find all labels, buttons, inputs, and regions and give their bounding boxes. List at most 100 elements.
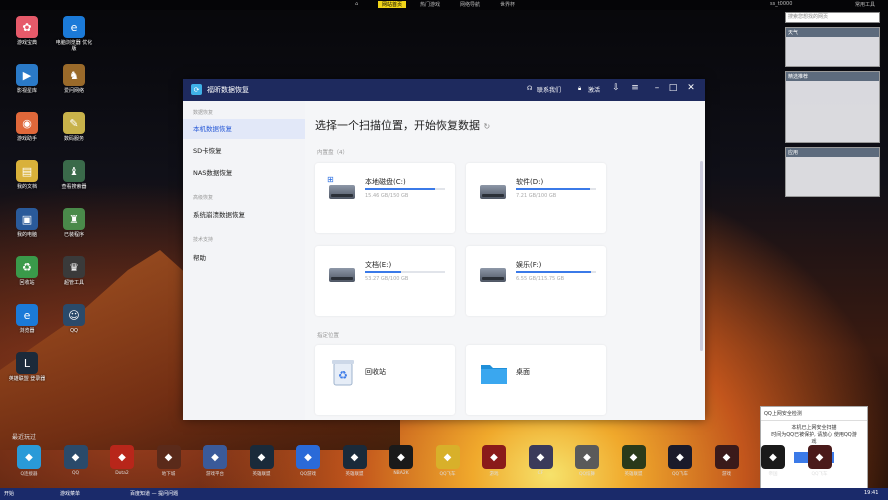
app-icon: ▣ bbox=[16, 208, 38, 230]
dock-item[interactable]: ◆ 帝国 bbox=[758, 445, 788, 477]
desktop-icon[interactable]: ♜ 已装程序 bbox=[55, 208, 93, 238]
desktop-icon[interactable]: ▶ 影视星库 bbox=[8, 64, 46, 94]
dock-item-label: QQ bbox=[71, 471, 80, 476]
desktop-icon[interactable]: e 浏览器 bbox=[8, 304, 46, 334]
tools-link[interactable]: 常用工具 bbox=[855, 1, 875, 8]
dock-item[interactable]: ◆ NBA2K bbox=[386, 445, 416, 476]
desktop-icon[interactable]: ▤ 我的文档 bbox=[8, 160, 46, 190]
contact-link[interactable]: 联系我们 bbox=[537, 85, 561, 94]
dock-item[interactable]: ◆ 英雄联盟 bbox=[247, 445, 277, 477]
location-card-recycle-bin[interactable]: ♻ 回收站 bbox=[315, 345, 455, 415]
disk-card[interactable]: 娱乐(F:) 6.55 GB/115.75 GB bbox=[466, 246, 606, 316]
location-card-desktop[interactable]: 桌面 bbox=[466, 345, 606, 415]
dock-item[interactable]: ◆ QQ飞车 bbox=[805, 445, 835, 477]
dock-item[interactable]: ◆ QQ bbox=[61, 445, 91, 476]
nav-navigation[interactable]: 网络导航 bbox=[460, 1, 480, 8]
desktop-icon[interactable]: ◉ 游戏助手 bbox=[8, 112, 46, 142]
data-recovery-window: ⟳ 福昕数据恢复 ☊ 联系我们 🔒︎ 激活 ⇩ ≡ – □ ✕ 数据恢复 本机数… bbox=[183, 79, 705, 420]
download-icon[interactable]: ⇩ bbox=[610, 83, 622, 93]
disk-name: 软件(D:) bbox=[516, 178, 544, 186]
dock-item[interactable]: ◆ 地下城 bbox=[154, 445, 184, 477]
dock-item-label: 游戏 bbox=[489, 472, 499, 477]
task-game-menu[interactable]: 游戏菜单 bbox=[60, 490, 80, 497]
disk-card[interactable]: 文档(E:) 53.27 GB/100 GB bbox=[315, 246, 455, 316]
disk-size: 6.55 GB/115.75 GB bbox=[516, 276, 565, 282]
dock-item[interactable]: ◆ 游戏 bbox=[479, 445, 509, 477]
headset-icon[interactable]: ☊ bbox=[527, 85, 532, 92]
desktop-icon-label: QQ bbox=[70, 328, 78, 334]
game-icon: ◆ bbox=[575, 445, 599, 469]
sidebar-section-advanced: 高级恢复 bbox=[193, 195, 214, 201]
nav-worldcup[interactable]: 世界杯 bbox=[500, 1, 515, 8]
os-taskbar: 开始 游戏菜单 百度知道 — 提问问题 19:41 bbox=[0, 488, 888, 500]
desktop-icon[interactable]: ♞ 爱问网络 bbox=[55, 64, 93, 94]
apps-title: 应用 bbox=[786, 148, 879, 157]
dock-item[interactable]: ◆ 英雄联盟 bbox=[340, 445, 370, 477]
main-scrollbar[interactable] bbox=[700, 161, 703, 351]
dock-item[interactable]: ◆ Q连接器 bbox=[14, 445, 44, 477]
desktop-icon[interactable]: ♝ 查看搜索器 bbox=[55, 160, 93, 190]
top-navigation-bar: ⌂ 网站首页 热门游戏 网络导航 世界杯 ss_t0000 常用工具 bbox=[0, 0, 888, 10]
desktop-icon[interactable]: L 英雄联盟 登录器 bbox=[8, 352, 46, 382]
home-icon[interactable]: ⌂ bbox=[355, 1, 358, 7]
sidebar-item-sd-recovery[interactable]: SD卡恢复 bbox=[183, 141, 305, 161]
dock-item[interactable]: ◆ QQ飞车 bbox=[665, 445, 695, 477]
refresh-icon[interactable]: ↻ bbox=[484, 122, 491, 131]
dock-item[interactable]: ◆ QQ炫舞 bbox=[572, 445, 602, 477]
task-browser[interactable]: 百度知道 — 提问问题 bbox=[130, 490, 178, 497]
recent-played-label: 最近玩过 bbox=[12, 434, 37, 441]
desktop-icon-label: 我的电脑 bbox=[16, 232, 37, 238]
desktop-icon[interactable]: ✿ 游戏宝典 bbox=[8, 16, 46, 46]
app-icon: ▤ bbox=[16, 160, 38, 182]
sidebar-item-help[interactable]: 帮助 bbox=[183, 248, 305, 268]
notice-line1: 本机已上网安全扫描 bbox=[791, 425, 837, 431]
desktop-icon-label: 游戏助手 bbox=[16, 136, 37, 142]
dock-item[interactable]: ◆ 游戏平台 bbox=[200, 445, 230, 477]
menu-icon[interactable]: ≡ bbox=[629, 83, 641, 93]
desktop-icon-label: 我的文档 bbox=[16, 184, 37, 190]
start-button[interactable]: 开始 bbox=[4, 490, 14, 497]
game-icon: ◆ bbox=[528, 445, 553, 469]
desktop-icon[interactable]: ♻ 回收站 bbox=[8, 256, 46, 286]
disk-usage-fill bbox=[365, 188, 436, 190]
app-icon: ♜ bbox=[63, 208, 85, 230]
activate-link[interactable]: 激活 bbox=[588, 85, 600, 94]
desktop-icon[interactable]: ☺ QQ bbox=[55, 304, 93, 334]
widget-search-input[interactable]: 搜索您想找的网页 bbox=[785, 12, 880, 23]
sidebar-item-local-recovery[interactable]: 本机数据恢复 bbox=[183, 119, 305, 139]
dock-item-label: CF bbox=[537, 471, 544, 476]
dock-item[interactable]: ◆ Dota2 bbox=[107, 445, 137, 476]
dock-item-label: Q连接器 bbox=[20, 472, 38, 477]
user-name[interactable]: ss_t0000 bbox=[770, 1, 792, 7]
disk-card[interactable]: ⊞ 本地磁盘(C:) 15.46 GB/150 GB bbox=[315, 163, 455, 233]
svg-text:♻: ♻ bbox=[338, 369, 348, 382]
sidebar-item-crash-recovery[interactable]: 系统崩溃数据恢复 bbox=[183, 205, 305, 225]
dock-item[interactable]: ◆ 英雄联盟 bbox=[619, 445, 649, 477]
dock-item-label: NBA2K bbox=[393, 471, 409, 476]
dock-item[interactable]: ◆ QQ飞车 bbox=[433, 445, 463, 477]
game-icon: ◆ bbox=[668, 445, 692, 469]
lock-icon[interactable]: 🔒︎ bbox=[578, 85, 581, 93]
disk-name: 文档(E:) bbox=[365, 261, 392, 269]
dock-item-label: 英雄联盟 bbox=[345, 472, 364, 477]
desktop-icon[interactable]: e 电脑浏览器 优化版 bbox=[55, 16, 93, 52]
dock-item[interactable]: ◆ CF bbox=[526, 445, 556, 476]
hard-drive-icon bbox=[480, 185, 506, 199]
close-button[interactable]: ✕ bbox=[685, 83, 697, 93]
desktop-widgets: 搜索您想找的网页 天气 精选推荐 应用 bbox=[785, 12, 880, 197]
dock-item[interactable]: ◆ QQ游戏 bbox=[293, 445, 323, 477]
desktop-icon-label: 英雄联盟 登录器 bbox=[8, 376, 46, 382]
desktop-icon-label: 影视星库 bbox=[16, 88, 37, 94]
nav-home[interactable]: 网站首页 bbox=[378, 1, 407, 8]
desktop-icon[interactable]: ✎ 数码服务 bbox=[55, 112, 93, 142]
nav-games[interactable]: 热门游戏 bbox=[420, 1, 440, 8]
desktop-icon[interactable]: ♛ 超管工具 bbox=[55, 256, 93, 286]
maximize-button[interactable]: □ bbox=[667, 83, 679, 93]
dock-item[interactable]: ◆ 游戏 bbox=[712, 445, 742, 477]
minimize-button[interactable]: – bbox=[651, 83, 663, 93]
sidebar-item-nas-recovery[interactable]: NAS数据恢复 bbox=[183, 163, 305, 183]
weather-title: 天气 bbox=[786, 28, 879, 37]
desktop-icon[interactable]: ▣ 我的电脑 bbox=[8, 208, 46, 238]
disk-card[interactable]: 软件(D:) 7.21 GB/100 GB bbox=[466, 163, 606, 233]
disk-size: 7.21 GB/100 GB bbox=[516, 193, 557, 199]
